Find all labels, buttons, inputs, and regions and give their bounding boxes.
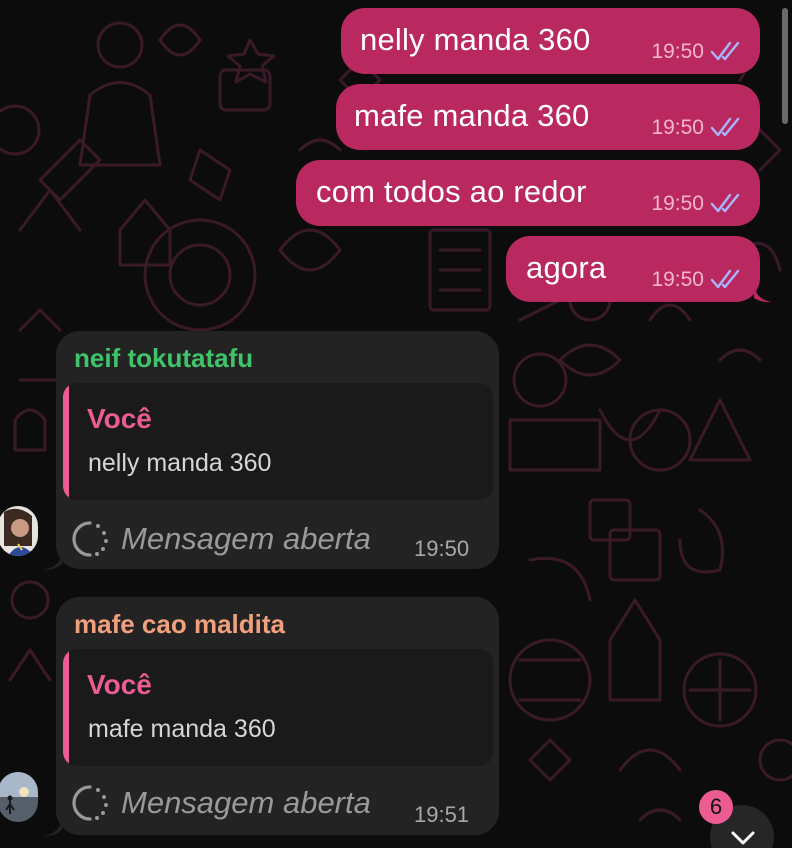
double-check-icon — [710, 193, 740, 213]
message-text: mafe manda 360 — [354, 98, 590, 133]
view-once-icon — [72, 785, 108, 821]
view-once-status: Mensagem aberta — [121, 785, 371, 820]
message-time: 19:50 — [651, 268, 704, 291]
avatar-beach-icon — [0, 772, 38, 822]
sender-name: mafe cao maldita — [74, 609, 285, 639]
outgoing-message[interactable]: mafe manda 360 19:50 — [336, 84, 760, 150]
quote-author: Você — [87, 403, 152, 434]
double-check-icon — [710, 117, 740, 137]
message-text: nelly manda 360 — [360, 22, 591, 57]
double-check-icon — [710, 41, 740, 61]
message-time: 19:50 — [651, 116, 704, 139]
avatar-person-icon — [0, 506, 38, 556]
outgoing-message[interactable]: agora 19:50 — [506, 236, 760, 302]
bubble-tail — [42, 818, 62, 837]
quote-text: mafe manda 360 — [88, 715, 276, 743]
quote-accent-bar — [63, 649, 69, 766]
sender-name: neif tokutatafu — [74, 343, 254, 373]
avatar[interactable] — [0, 772, 38, 822]
message-time: 19:50 — [651, 40, 704, 63]
scrollbar[interactable] — [782, 8, 788, 124]
quoted-reply[interactable]: Você nelly manda 360 — [63, 383, 493, 500]
message-time: 19:50 — [414, 536, 470, 561]
chat-view[interactable]: nelly manda 360 19:50 mafe manda 360 19:… — [0, 0, 792, 848]
quote-author: Você — [87, 669, 152, 700]
outgoing-message[interactable]: com todos ao redor 19:50 — [296, 160, 760, 226]
message-text: com todos ao redor — [316, 174, 587, 209]
view-once-status: Mensagem aberta — [121, 521, 371, 556]
incoming-message[interactable]: neif tokutatafu Você nelly manda 360 Men… — [56, 331, 499, 569]
incoming-message[interactable]: mafe cao maldita Você mafe manda 360 Men… — [56, 597, 499, 835]
double-check-icon — [710, 269, 740, 289]
message-time: 19:51 — [414, 802, 470, 827]
quoted-reply[interactable]: Você mafe manda 360 — [63, 649, 493, 766]
message-text: agora — [526, 250, 607, 285]
bubble-tail — [754, 284, 772, 303]
view-once-icon — [72, 521, 108, 557]
bubble-tail — [42, 552, 62, 571]
unread-count-badge: 6 — [699, 790, 733, 824]
chevron-down-icon — [731, 831, 755, 845]
quote-text: nelly manda 360 — [88, 449, 272, 477]
quote-accent-bar — [63, 383, 69, 500]
message-time: 19:50 — [651, 192, 704, 215]
avatar[interactable] — [0, 506, 38, 556]
outgoing-message[interactable]: nelly manda 360 19:50 — [341, 8, 760, 74]
